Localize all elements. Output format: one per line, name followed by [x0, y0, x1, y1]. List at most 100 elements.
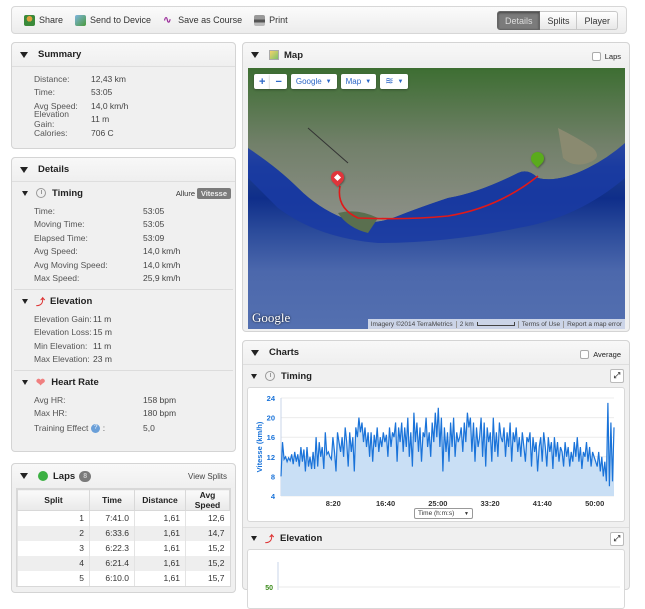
summary-row: Time: 53:05 [34, 87, 113, 98]
laps-checkbox[interactable] [591, 52, 601, 61]
clock-icon [265, 371, 275, 381]
average-checkbox[interactable] [580, 350, 590, 359]
laps-header[interactable]: Laps 8 View Splits [12, 464, 235, 488]
collapse-icon[interactable] [251, 349, 259, 356]
map-type-dropdown[interactable]: Map ▼ [340, 74, 377, 89]
laps-count-badge: 8 [79, 470, 92, 482]
map-header[interactable]: Map Laps [243, 43, 629, 67]
elevation-row: Max Elevation: 23 m [34, 354, 112, 365]
google-logo: Google [252, 310, 291, 325]
charts-header[interactable]: Charts Average [243, 341, 629, 365]
layers-icon: ≋ [385, 76, 394, 87]
table-row[interactable]: 1 7:41.0 1,61 12,6 [17, 510, 230, 526]
heart-rate-list: Avg HR: 158 bpm Max HR: 180 bpm Training E… [12, 393, 235, 436]
table-row[interactable]: 5 6:10.0 1,61 15,7 [17, 570, 230, 586]
send-to-device-button[interactable]: Send to Device [75, 14, 151, 26]
collapse-icon[interactable] [20, 51, 28, 58]
timing-section-header[interactable]: Timing Allure Vitesse [12, 182, 235, 204]
table-row[interactable]: 4 6:21.4 1,61 15,2 [17, 555, 230, 571]
zoom-in-button[interactable]: + [254, 74, 271, 89]
collapse-icon[interactable] [20, 473, 28, 479]
collapse-icon[interactable] [251, 52, 259, 58]
print-button[interactable]: Print [254, 14, 288, 26]
elevation-chart: 50 [265, 562, 620, 590]
elevation-section-header[interactable]: ⤴ Elevation [12, 290, 235, 312]
summary-header[interactable]: Summary [12, 43, 235, 67]
elevation-y-tick: 50 [265, 585, 273, 590]
col-time[interactable]: Time [89, 489, 135, 511]
scale-bar: 2 km [457, 320, 519, 328]
table-row[interactable]: 3 6:22.3 1,61 15,2 [17, 540, 230, 556]
collapse-icon[interactable] [22, 190, 28, 196]
report-error-link[interactable]: Report a map error [564, 321, 625, 328]
caret-down-icon: ▼ [325, 78, 332, 85]
share-label: Share [39, 15, 64, 25]
top-toolbar: Share Send to Device ∿ Save as Course Pr… [11, 6, 627, 34]
heart-rate-row: Avg HR: 158 bpm [34, 394, 177, 405]
average-toggle[interactable]: Average [580, 350, 621, 359]
expand-icon[interactable]: ⤢ [610, 532, 624, 546]
map-canvas[interactable]: + − Google ▼ Map ▼ ≋ ▼ Google Imagery ©2014… [248, 68, 625, 329]
elevation-icon: ⤴ [265, 534, 275, 544]
table-row[interactable]: 2 6:33.6 1,61 14,7 [17, 525, 230, 541]
collapse-icon[interactable] [22, 379, 28, 385]
heart-rate-section-header[interactable]: ❤ Heart Rate [12, 371, 235, 393]
map-controls: + − Google ▼ Map ▼ ≋ ▼ [254, 74, 412, 89]
layers-dropdown[interactable]: ≋ ▼ [380, 74, 409, 89]
elevation-chart-header[interactable]: ⤴ Elevation ⤢ [243, 527, 629, 549]
x-axis-selector[interactable]: Time (h:m:s) ▼ [414, 508, 473, 519]
laps-toggle[interactable]: Laps [591, 52, 621, 61]
summary-row: Calories: 706 C [34, 127, 114, 138]
toggle-allure[interactable]: Allure [176, 189, 195, 198]
col-distance[interactable]: Distance [134, 489, 186, 511]
elevation-row: Elevation Loss: 15 m [34, 327, 112, 338]
save-as-course-button[interactable]: ∿ Save as Course [163, 15, 242, 26]
timing-chart-header[interactable]: Timing ⤢ [243, 365, 629, 387]
y-tick-label: 24 [267, 394, 276, 403]
timing-list: Time: 53:05 Moving Time: 53:05 Elapsed Tim… [12, 204, 235, 289]
tab-splits[interactable]: Splits [540, 11, 578, 30]
elevation-list: Elevation Gain: 11 m Elevation Loss: 15 m … [12, 312, 235, 370]
view-tabs: Details Splits Player [496, 11, 618, 30]
y-tick-label: 20 [267, 414, 275, 423]
charts-title: Charts [269, 347, 300, 358]
timing-row: Max Speed: 25,9 km/h [34, 273, 181, 284]
y-tick-label: 4 [271, 492, 276, 501]
timing-chart: 4 8 12 16 20 24 Vitesse (km/h) 8:20 16:40 25:00 33… [255, 394, 615, 508]
expand-icon[interactable]: ⤢ [610, 369, 624, 383]
timing-row: Time: 53:05 [34, 205, 165, 216]
map-panel: Map Laps + − Google ▼ Map ▼ ≋ ▼ Google I… [242, 42, 630, 332]
summary-panel: Summary Distance: 12,43 km Time: 53:05 Avg… [11, 42, 236, 149]
timing-row: Moving Time: 53:05 [34, 219, 165, 230]
heart-rate-row: Training Effect ? : 5,0 [34, 423, 155, 433]
share-button[interactable]: Share [24, 14, 64, 26]
laps-icon [38, 471, 48, 481]
print-label: Print [269, 15, 288, 25]
help-icon[interactable]: ? [91, 423, 101, 433]
y-tick-label: 8 [271, 472, 275, 481]
col-split[interactable]: Split [17, 489, 90, 511]
timing-chart-title: Timing [281, 370, 312, 382]
caret-down-icon: ▼ [464, 510, 469, 517]
y-tick-label: 12 [267, 453, 275, 462]
collapse-icon[interactable] [251, 536, 257, 541]
laps-title: Laps [53, 470, 76, 482]
timing-row: Avg Speed: 14,0 km/h [34, 246, 181, 257]
tab-player[interactable]: Player [577, 11, 618, 30]
col-avg-speed[interactable]: Avg Speed [185, 489, 230, 511]
view-splits-link[interactable]: View Splits [188, 472, 227, 481]
collapse-icon[interactable] [22, 298, 28, 304]
collapse-icon[interactable] [251, 373, 257, 379]
terms-link[interactable]: Terms of Use [519, 320, 565, 328]
tab-details[interactable]: Details [496, 11, 541, 30]
map-provider-dropdown[interactable]: Google ▼ [290, 74, 337, 89]
details-header[interactable]: Details [12, 158, 235, 182]
elevation-icon: ⤴ [36, 296, 45, 307]
save-as-course-label: Save as Course [178, 15, 243, 25]
toggle-vitesse[interactable]: Vitesse [196, 187, 231, 199]
collapse-icon[interactable] [20, 166, 28, 173]
course-icon: ∿ [163, 14, 172, 26]
x-tick-label: 41:40 [533, 499, 552, 508]
map-attribution-bar: Imagery ©2014 TerraMetrics 2 km Terms of… [367, 319, 625, 329]
zoom-out-button[interactable]: − [270, 74, 287, 89]
